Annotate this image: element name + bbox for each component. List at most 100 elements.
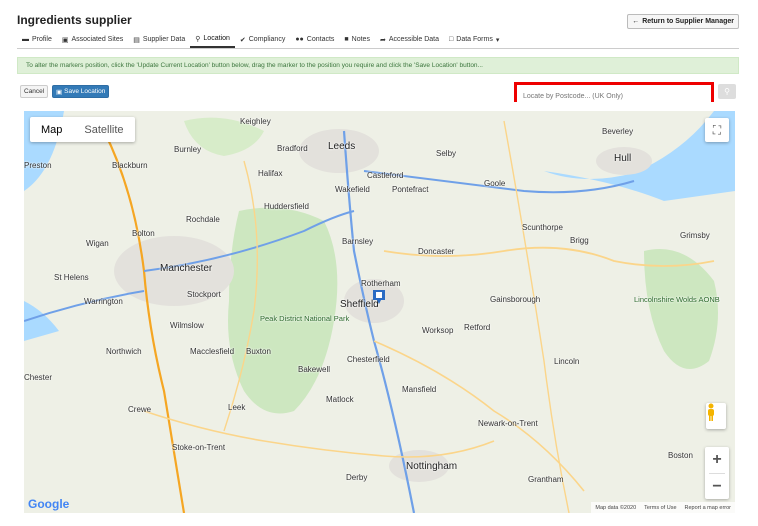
- report-map-error-link[interactable]: Report a map error: [685, 505, 731, 511]
- form-icon: □: [449, 36, 454, 43]
- tab-associated-sites[interactable]: ▣ Associated Sites: [57, 31, 128, 48]
- tab-data-forms[interactable]: □ Data Forms ▾: [444, 31, 504, 48]
- street-view-pegman[interactable]: [706, 403, 726, 429]
- place-label: Crewe: [128, 405, 152, 414]
- locate-postcode-button[interactable]: ⚲: [718, 84, 736, 99]
- place-label: St Helens: [54, 273, 89, 282]
- place-label: Bradford: [277, 144, 308, 153]
- postcode-search-highlight: [514, 82, 714, 104]
- id-card-icon: ▬: [22, 36, 29, 43]
- map-data-credit: Map data ©2020: [595, 504, 637, 511]
- place-label: Mansfield: [402, 385, 437, 394]
- map-view[interactable]: Keighley Leeds Bradford Selby Burnley Bl…: [24, 111, 735, 513]
- map-pin-icon: ⚲: [195, 35, 201, 43]
- place-label: Preston: [24, 161, 52, 170]
- place-label: Lincoln: [554, 357, 580, 366]
- postcode-search-input[interactable]: [517, 89, 711, 104]
- place-label: Halifax: [258, 169, 283, 178]
- place-label: Burnley: [174, 145, 202, 154]
- tab-profile[interactable]: ▬ Profile: [17, 31, 57, 48]
- map-type-map-button[interactable]: Map: [30, 117, 73, 142]
- place-label: Bolton: [132, 229, 155, 238]
- return-to-supplier-manager-button[interactable]: ← Return to Supplier Manager: [627, 14, 739, 29]
- floppy-disk-icon: ▣: [56, 88, 63, 96]
- zoom-in-button[interactable]: +: [705, 447, 729, 473]
- tab-label: Notes: [351, 36, 370, 43]
- fullscreen-button[interactable]: ⛶: [705, 118, 729, 142]
- tab-notes[interactable]: ■ Notes: [339, 31, 375, 48]
- park-label: Lincolnshire Wolds AONB: [634, 295, 720, 304]
- map-type-satellite-button[interactable]: Satellite: [73, 117, 134, 142]
- place-label: Chesterfield: [347, 355, 390, 364]
- place-label: Northwich: [106, 347, 142, 356]
- place-label: Macclesfield: [190, 347, 235, 356]
- tab-supplier-data[interactable]: ▤ Supplier Data: [128, 31, 190, 48]
- place-label: Retford: [464, 323, 491, 332]
- place-label: Chester: [24, 373, 53, 382]
- arrow-left-icon: ←: [632, 18, 640, 25]
- table-icon: ▤: [133, 36, 140, 44]
- caret-down-icon: ▾: [495, 36, 500, 44]
- map-marker-icon: ⚲: [724, 87, 730, 96]
- map-attribution: Map data ©2020 Terms of Use Report a map…: [591, 502, 735, 513]
- tab-compliancy[interactable]: ✔ Compliancy: [235, 31, 290, 48]
- tab-location[interactable]: ⚲ Location: [190, 31, 235, 48]
- place-label: Leeds: [328, 141, 356, 152]
- tab-label: Compliancy: [248, 36, 286, 43]
- place-label: Keighley: [240, 117, 271, 126]
- save-location-button[interactable]: ▣ Save Location: [52, 85, 110, 98]
- tab-label: Associated Sites: [71, 36, 124, 43]
- terms-of-use-link[interactable]: Terms of Use: [644, 505, 676, 511]
- instruction-notice: To alter the markers position, click the…: [17, 57, 739, 74]
- place-label: Grantham: [528, 475, 564, 484]
- place-label: Newark-on-Trent: [478, 419, 538, 428]
- place-label: Nottingham: [406, 461, 458, 472]
- users-icon: ●●: [295, 36, 304, 43]
- fullscreen-icon: ⛶: [712, 122, 722, 137]
- google-logo: Google: [28, 497, 70, 511]
- building-icon: ▣: [61, 36, 69, 44]
- check-icon: ✔: [239, 36, 246, 44]
- place-label: Beverley: [602, 127, 634, 136]
- place-label: Manchester: [160, 263, 213, 274]
- place-label: Gainsborough: [490, 295, 541, 304]
- place-label: Wakefield: [335, 185, 370, 194]
- return-button-label: Return to Supplier Manager: [642, 18, 734, 25]
- place-label: Pontefract: [392, 185, 429, 194]
- place-label: Derby: [346, 473, 368, 482]
- park-label: Peak District National Park: [260, 314, 350, 323]
- tab-label: Profile: [32, 36, 52, 43]
- zoom-out-button[interactable]: −: [705, 474, 729, 500]
- place-label: Leek: [228, 403, 246, 412]
- place-label: Matlock: [326, 395, 354, 404]
- tab-label: Supplier Data: [142, 36, 186, 43]
- map-type-control: Map Satellite: [30, 117, 135, 142]
- place-label: Blackburn: [112, 161, 148, 170]
- place-label: Rochdale: [186, 215, 220, 224]
- place-label: Goole: [484, 179, 506, 188]
- zoom-control: + −: [705, 447, 729, 499]
- place-label: Worksop: [422, 326, 454, 335]
- place-label: Buxton: [246, 347, 271, 356]
- tab-label: Contacts: [306, 36, 335, 43]
- tab-label: Location: [203, 35, 230, 42]
- supplier-location-marker[interactable]: [372, 289, 386, 305]
- place-label: Stoke-on-Trent: [172, 443, 226, 452]
- place-label: Bakewell: [298, 365, 331, 374]
- place-label: Doncaster: [418, 247, 455, 256]
- place-label: Boston: [668, 451, 693, 460]
- place-label: Selby: [436, 149, 457, 158]
- share-icon: ➦: [379, 36, 386, 44]
- cancel-button[interactable]: Cancel: [20, 85, 49, 98]
- place-label: Wilmslow: [170, 321, 204, 330]
- tab-contacts[interactable]: ●● Contacts: [290, 31, 339, 48]
- place-label: Stockport: [187, 290, 221, 299]
- place-label: Grimsby: [680, 231, 710, 240]
- place-label: Wigan: [86, 239, 109, 248]
- place-label: Scunthorpe: [522, 223, 563, 232]
- place-label: Barnsley: [342, 237, 374, 246]
- place-label: Brigg: [570, 236, 589, 245]
- tab-label: Data Forms: [456, 36, 493, 43]
- place-label: Castleford: [367, 171, 404, 180]
- tab-accessible-data[interactable]: ➦ Accessible Data: [375, 31, 444, 48]
